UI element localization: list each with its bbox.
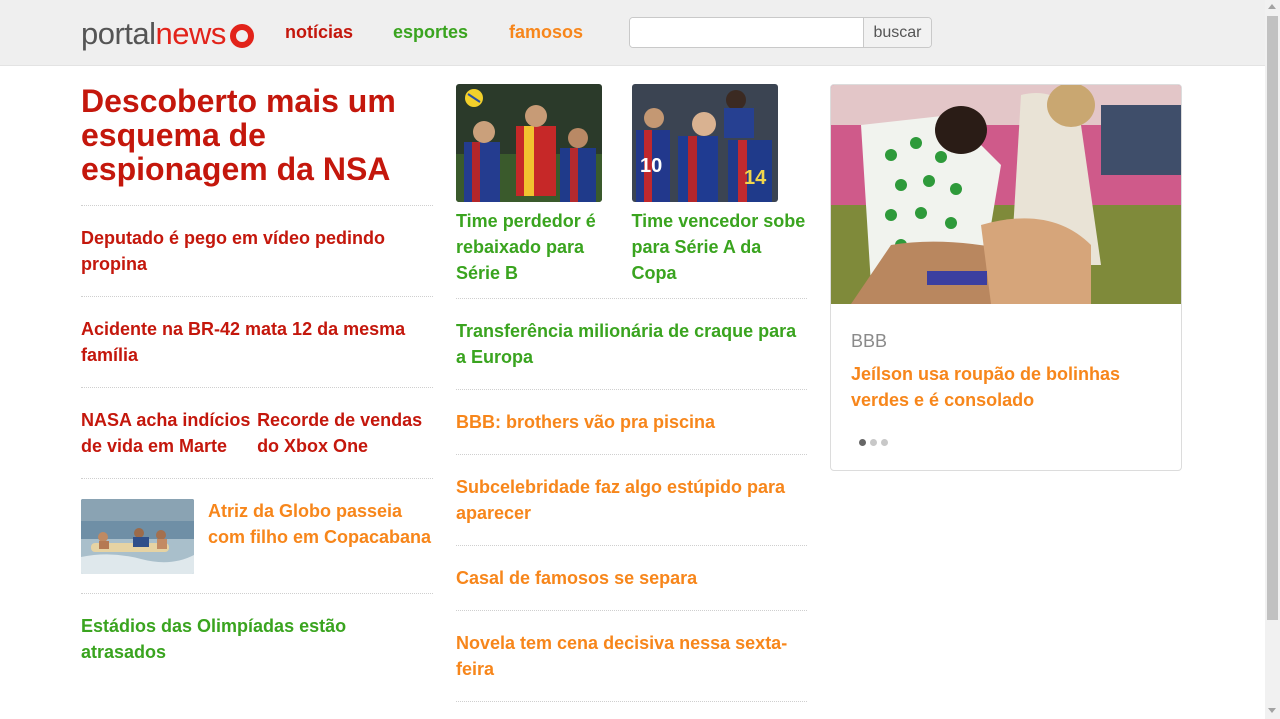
sports-card[interactable]: Time perdedor é rebaixado para Série B (456, 84, 632, 286)
bbb-photo[interactable] (831, 85, 1181, 304)
carousel-dot[interactable] (870, 439, 877, 446)
search-button[interactable]: buscar (863, 18, 931, 47)
scroll-up-icon[interactable] (1268, 4, 1276, 9)
scroll-down-icon[interactable] (1268, 708, 1276, 713)
sports-caption: Time perdedor é rebaixado para Série B (456, 211, 596, 283)
sports-card[interactable]: 10 14 Time vencedor sobe para Série A da… (631, 84, 808, 286)
svg-text:14: 14 (744, 167, 767, 189)
featured-card[interactable]: BBB Jeílson usa roupão de bolinhas verde… (830, 84, 1182, 471)
search-box: buscar (629, 17, 932, 48)
logo-circle-icon (229, 23, 254, 48)
card-category: BBB (851, 331, 888, 351)
nav-noticias[interactable]: notícias (285, 22, 353, 43)
news-item[interactable]: Casal de famosos se separa (456, 546, 807, 611)
nav-famosos[interactable]: famosos (509, 22, 583, 43)
logo-portal: portal (81, 16, 156, 51)
carousel-dot[interactable] (881, 439, 888, 446)
soccer-photo[interactable] (456, 84, 602, 202)
scrollbar[interactable] (1265, 0, 1280, 719)
news-item-with-image[interactable]: Atriz da Globo passeia com filho em Copa… (81, 479, 433, 594)
news-item[interactable]: BBB: brothers vão pra piscina (456, 390, 807, 455)
nav-esportes[interactable]: esportes (393, 22, 468, 43)
search-input[interactable] (630, 18, 863, 47)
news-item[interactable]: Recorde de vendas do Xbox One (257, 407, 433, 459)
carousel-dot[interactable] (859, 439, 866, 446)
news-pair: NASA acha indícios de vida em Marte Reco… (81, 388, 433, 479)
svg-text:10: 10 (640, 155, 662, 177)
sports-column: Time perdedor é rebaixado para Série B 1… (456, 84, 807, 702)
beach-photo[interactable] (81, 499, 194, 574)
card-title[interactable]: Jeílson usa roupão de bolinhas verdes e … (851, 361, 1161, 413)
news-item[interactable]: Subcelebridade faz algo estúpido para ap… (456, 455, 807, 546)
main-headline[interactable]: Descoberto mais um esquema de espionagem… (81, 84, 433, 206)
news-item[interactable]: Novela tem cena decisiva nessa sexta-fei… (456, 611, 807, 702)
top-bar: portal news notícias esportes famosos bus… (0, 0, 1265, 66)
carousel-dots (859, 439, 888, 446)
news-column: Descoberto mais um esquema de espionagem… (81, 84, 433, 684)
news-item[interactable]: NASA acha indícios de vida em Marte (81, 407, 254, 459)
celebration-photo[interactable]: 10 14 (631, 84, 778, 202)
news-item[interactable]: Estádios das Olimpíadas estão atrasados (81, 594, 433, 684)
news-item[interactable]: Transferência milionária de craque para … (456, 299, 807, 390)
logo-news: news (155, 16, 227, 51)
news-item[interactable]: Deputado é pego em vídeo pedindo propina (81, 206, 433, 297)
scrollbar-thumb[interactable] (1267, 16, 1278, 620)
news-item-title: Atriz da Globo passeia com filho em Copa… (208, 501, 432, 547)
sports-caption: Time vencedor sobe para Série A da Copa (631, 211, 806, 283)
sports-image-row: Time perdedor é rebaixado para Série B 1… (456, 84, 807, 299)
logo[interactable]: portal news (81, 16, 254, 52)
news-item[interactable]: Acidente na BR-42 mata 12 da mesma famíl… (81, 297, 433, 388)
